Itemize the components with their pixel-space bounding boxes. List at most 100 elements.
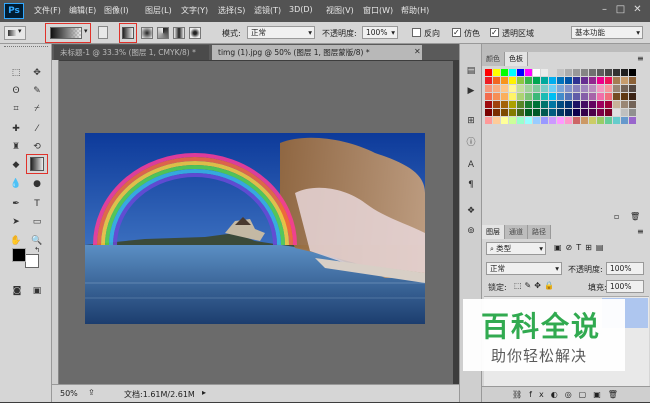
panel-menu-icon[interactable]: ≡ <box>637 54 644 63</box>
color-swatch[interactable] <box>501 101 508 108</box>
color-swatch[interactable] <box>613 117 620 124</box>
color-swatch[interactable] <box>629 85 636 92</box>
info-icon[interactable]: ⓘ <box>464 136 478 150</box>
color-swatch[interactable] <box>557 117 564 124</box>
color-swatch[interactable] <box>613 77 620 84</box>
tab-channels[interactable]: 通道 <box>505 225 528 239</box>
color-swatch[interactable] <box>589 109 596 116</box>
color-swatch[interactable] <box>493 85 500 92</box>
color-swatch[interactable] <box>541 109 548 116</box>
color-swatch[interactable] <box>597 77 604 84</box>
color-swatch[interactable] <box>549 101 556 108</box>
close-icon[interactable]: ✕ <box>631 3 644 16</box>
brush-presets-icon[interactable]: ❖ <box>464 204 478 218</box>
trash-icon[interactable]: 🗑 <box>630 212 640 221</box>
color-swatch[interactable] <box>485 93 492 100</box>
linear-gradient-icon[interactable] <box>122 27 134 39</box>
tab-paths[interactable]: 路径 <box>528 225 551 239</box>
color-swatch[interactable] <box>541 117 548 124</box>
panel-grip[interactable] <box>4 46 48 51</box>
menu-view[interactable]: 视图(V) <box>326 5 354 16</box>
color-swatch[interactable] <box>485 69 492 76</box>
color-swatch[interactable] <box>605 85 612 92</box>
move-tool-icon[interactable]: ✥ <box>30 66 44 80</box>
color-swatch[interactable] <box>629 117 636 124</box>
color-swatch[interactable] <box>533 77 540 84</box>
menu-window[interactable]: 窗口(W) <box>363 5 393 16</box>
color-swatch[interactable] <box>613 69 620 76</box>
color-swatch[interactable] <box>533 101 540 108</box>
color-swatch[interactable] <box>629 109 636 116</box>
color-swatch[interactable] <box>621 85 628 92</box>
eyedropper-tool-icon[interactable]: ⌿ <box>30 102 44 116</box>
color-swatch[interactable] <box>565 117 572 124</box>
color-swatch[interactable] <box>509 69 516 76</box>
color-swatch[interactable] <box>573 109 580 116</box>
color-swatch[interactable] <box>501 85 508 92</box>
dither-checkbox[interactable]: ✓ <box>452 28 461 37</box>
color-swatch[interactable] <box>573 85 580 92</box>
color-swatch[interactable] <box>589 69 596 76</box>
color-swatch[interactable] <box>565 69 572 76</box>
healing-tool-icon[interactable]: ✚ <box>9 122 23 136</box>
swatch-grid[interactable] <box>485 69 645 189</box>
color-swatch[interactable] <box>557 101 564 108</box>
lock-icons[interactable]: ⬚✎✥🔒 <box>514 281 557 290</box>
color-swatch[interactable] <box>589 93 596 100</box>
color-swatch[interactable] <box>629 93 636 100</box>
hand-tool-icon[interactable]: ✋ <box>9 234 23 248</box>
diamond-gradient-icon[interactable] <box>189 27 201 39</box>
character-icon[interactable]: A <box>464 158 478 172</box>
menu-layer[interactable]: 图层(L) <box>145 5 172 16</box>
color-swatch[interactable] <box>573 117 580 124</box>
reflected-gradient-icon[interactable] <box>173 27 185 39</box>
color-swatch[interactable] <box>517 109 524 116</box>
angle-gradient-icon[interactable] <box>157 27 169 39</box>
stamp-tool-icon[interactable]: ♜ <box>9 140 23 154</box>
menu-help[interactable]: 帮助(H) <box>401 5 429 16</box>
color-swatch[interactable] <box>613 101 620 108</box>
lasso-tool-icon[interactable]: ʘ <box>9 84 23 98</box>
clone-source-icon[interactable]: ⊚ <box>464 224 478 238</box>
blur-tool-icon[interactable]: 💧 <box>9 177 23 191</box>
color-swatch[interactable] <box>549 93 556 100</box>
color-swatch[interactable] <box>541 77 548 84</box>
color-swatch[interactable] <box>517 101 524 108</box>
color-swatch[interactable] <box>589 101 596 108</box>
color-swatch[interactable] <box>509 93 516 100</box>
color-swatch[interactable] <box>517 93 524 100</box>
color-swatch[interactable] <box>493 93 500 100</box>
color-swatch[interactable] <box>605 77 612 84</box>
tab-layers[interactable]: 图层 <box>482 225 505 239</box>
color-swatch[interactable] <box>525 93 532 100</box>
color-swatch[interactable] <box>485 109 492 116</box>
layer-actions-bar[interactable]: ⛓fx◐◎▢▣🗑 <box>482 386 650 402</box>
color-swatch[interactable] <box>557 69 564 76</box>
minimize-icon[interactable]: – <box>598 3 611 16</box>
screen-mode-icon[interactable]: ▣ <box>30 284 44 298</box>
menu-image[interactable]: 图像(I) <box>104 5 129 16</box>
gradient-editor-icon[interactable] <box>98 26 108 39</box>
layer-filter-select[interactable]: ⌕ 类型 ▾ <box>486 242 546 255</box>
color-swatch[interactable] <box>541 69 548 76</box>
mode-select[interactable]: 正常 ▾ <box>247 26 315 39</box>
foreground-color-swatch[interactable] <box>12 248 26 262</box>
color-swatch[interactable] <box>557 77 564 84</box>
color-swatch[interactable] <box>509 101 516 108</box>
crop-tool-icon[interactable]: ⌗ <box>9 102 23 116</box>
actions-icon[interactable]: ▶ <box>464 84 478 98</box>
marquee-tool-icon[interactable]: ⬚ <box>9 66 23 80</box>
color-swatch[interactable] <box>605 101 612 108</box>
color-swatch[interactable] <box>621 77 628 84</box>
color-swatch[interactable] <box>549 109 556 116</box>
workspace-select[interactable]: 基本功能 ▾ <box>571 26 643 39</box>
color-swatch[interactable] <box>605 109 612 116</box>
chevron-right-icon[interactable]: ▸ <box>202 388 206 397</box>
color-swatch[interactable] <box>557 85 564 92</box>
color-swatch[interactable] <box>565 93 572 100</box>
color-swatch[interactable] <box>589 77 596 84</box>
brush-tool-icon[interactable]: ⁄ <box>30 122 44 136</box>
radial-gradient-icon[interactable] <box>141 27 153 39</box>
color-swatch[interactable] <box>549 69 556 76</box>
menu-type[interactable]: 文字(Y) <box>181 5 208 16</box>
